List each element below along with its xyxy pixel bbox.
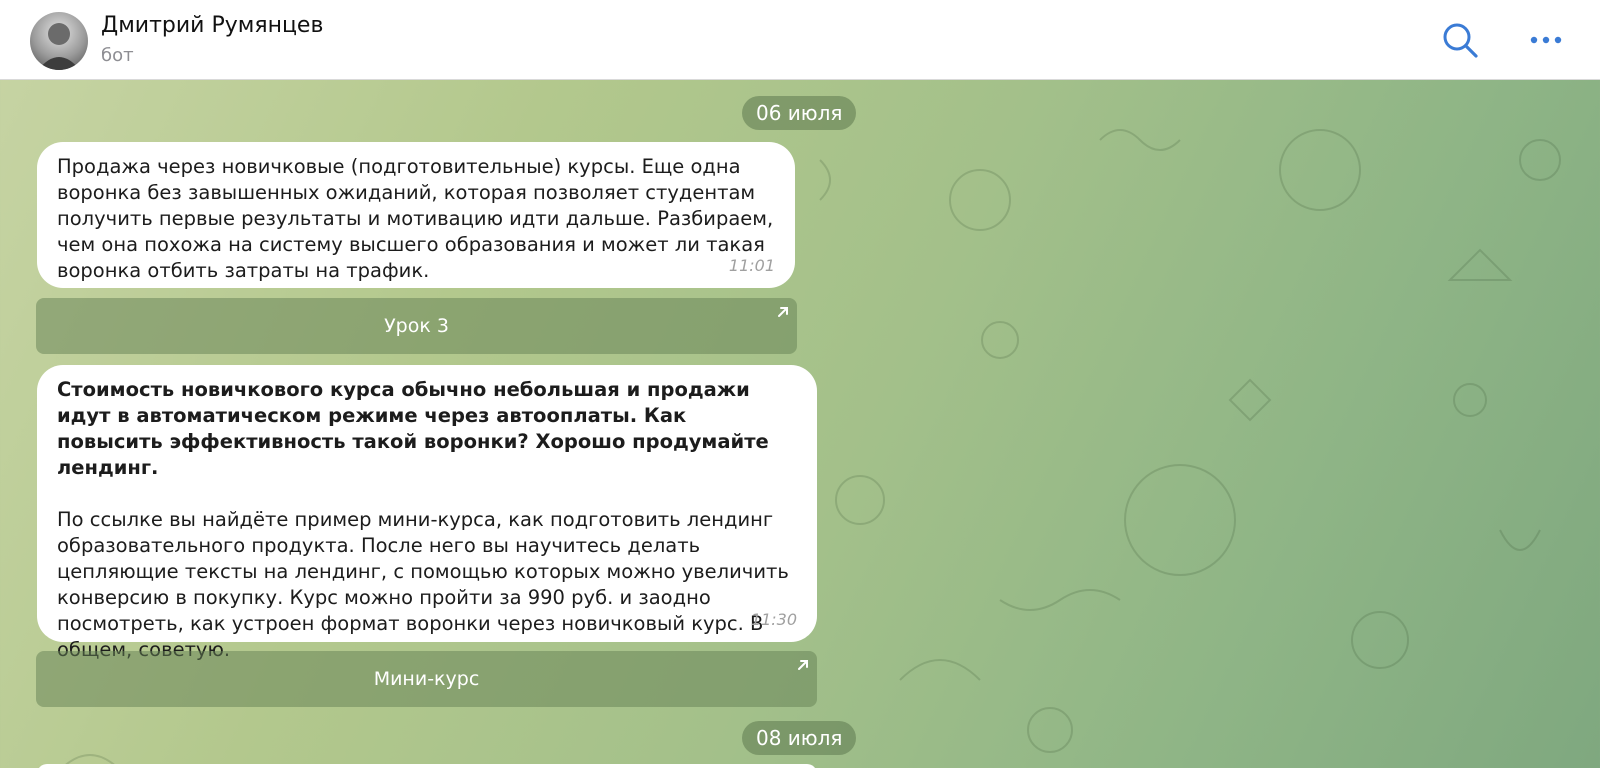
message-bubble[interactable]: Стоимость новичкового курса обычно небол… [37,365,817,661]
message-bubble[interactable]: Продажа через новичковые (подготовительн… [37,142,795,288]
message-text: По ссылке вы найдёте пример мини-курса, … [57,508,789,661]
date-separator: 08 июля [742,721,857,755]
more-icon[interactable] [1526,20,1566,60]
inline-button-lesson-3[interactable]: Урок 3 [36,298,797,354]
open-link-arrow-icon [798,660,808,670]
inline-button-mini-course[interactable]: Мини-курс [36,651,817,707]
avatar-person-icon [38,23,80,70]
chat-header: Дмитрий Румянцев бот [0,0,1600,80]
search-icon[interactable] [1440,20,1480,60]
message-time: 11:30 [750,610,797,629]
open-link-arrow-icon [778,307,788,317]
avatar[interactable] [30,12,88,70]
message-text: Продажа через новичковые (подготовительн… [57,155,774,282]
date-separator: 06 июля [742,96,857,130]
contact-status: бот [101,45,134,66]
message-bubble-partial[interactable] [37,764,817,768]
contact-name[interactable]: Дмитрий Румянцев [101,13,323,38]
message-time: 11:01 [728,256,775,275]
inline-button-label: Урок 3 [384,315,449,337]
inline-button-label: Мини-курс [373,668,480,690]
message-bold-text: Стоимость новичкового курса обычно небол… [57,378,769,479]
